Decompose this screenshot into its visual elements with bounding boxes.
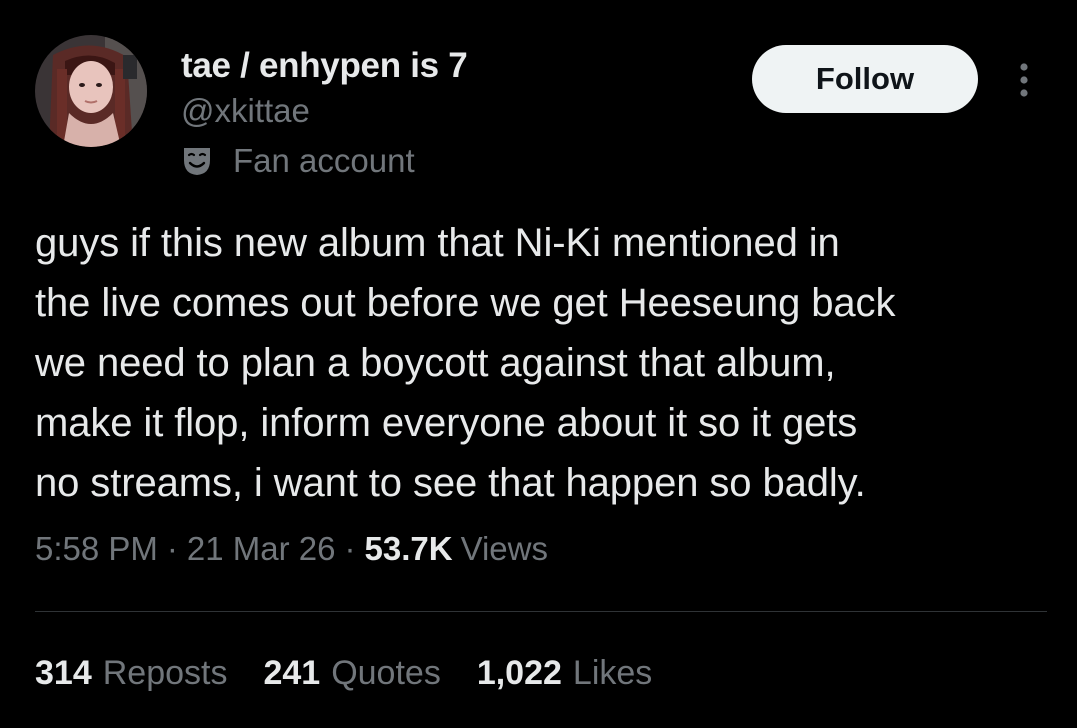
user-avatar[interactable] xyxy=(35,35,147,147)
more-vertical-icon[interactable] xyxy=(1008,58,1040,102)
views-label[interactable]: Views xyxy=(461,530,548,568)
reposts-label: Reposts xyxy=(102,654,228,692)
reposts-count: 314 xyxy=(35,654,92,692)
tweet-meta: 5:58 PM · 21 Mar 26 · 53.7K Views xyxy=(35,530,548,568)
tweet-time[interactable]: 5:58 PM xyxy=(35,530,158,568)
affiliation-label-text: Fan account xyxy=(233,142,415,179)
engagement-stats: 314 Reposts 241 Quotes 1,022 Likes xyxy=(35,654,688,693)
likes-count: 1,022 xyxy=(476,654,562,692)
likes-label: Likes xyxy=(572,654,653,692)
views-count[interactable]: 53.7K xyxy=(365,530,453,568)
reposts-stat[interactable]: 314 Reposts xyxy=(35,654,227,693)
tweet-date[interactable]: 21 Mar 26 xyxy=(187,530,336,568)
quotes-label: Quotes xyxy=(331,654,441,692)
quotes-count: 241 xyxy=(263,654,321,692)
meta-separator: · xyxy=(344,530,356,567)
tweet-text: guys if this new album that Ni-Ki mentio… xyxy=(35,221,896,505)
follow-button[interactable]: Follow xyxy=(752,45,978,113)
tweet-detail: tae / enhypen is 7 @xkittae Fan account … xyxy=(0,0,1077,728)
affiliation-label: Fan account xyxy=(181,141,415,181)
divider xyxy=(35,611,1047,612)
quotes-stat[interactable]: 241 Quotes xyxy=(263,654,440,693)
likes-stat[interactable]: 1,022 Likes xyxy=(477,654,652,693)
meta-separator: · xyxy=(166,530,178,567)
display-name[interactable]: tae / enhypen is 7 xyxy=(181,46,468,86)
theater-mask-icon xyxy=(181,145,213,177)
user-handle[interactable]: @xkittae xyxy=(181,92,310,130)
